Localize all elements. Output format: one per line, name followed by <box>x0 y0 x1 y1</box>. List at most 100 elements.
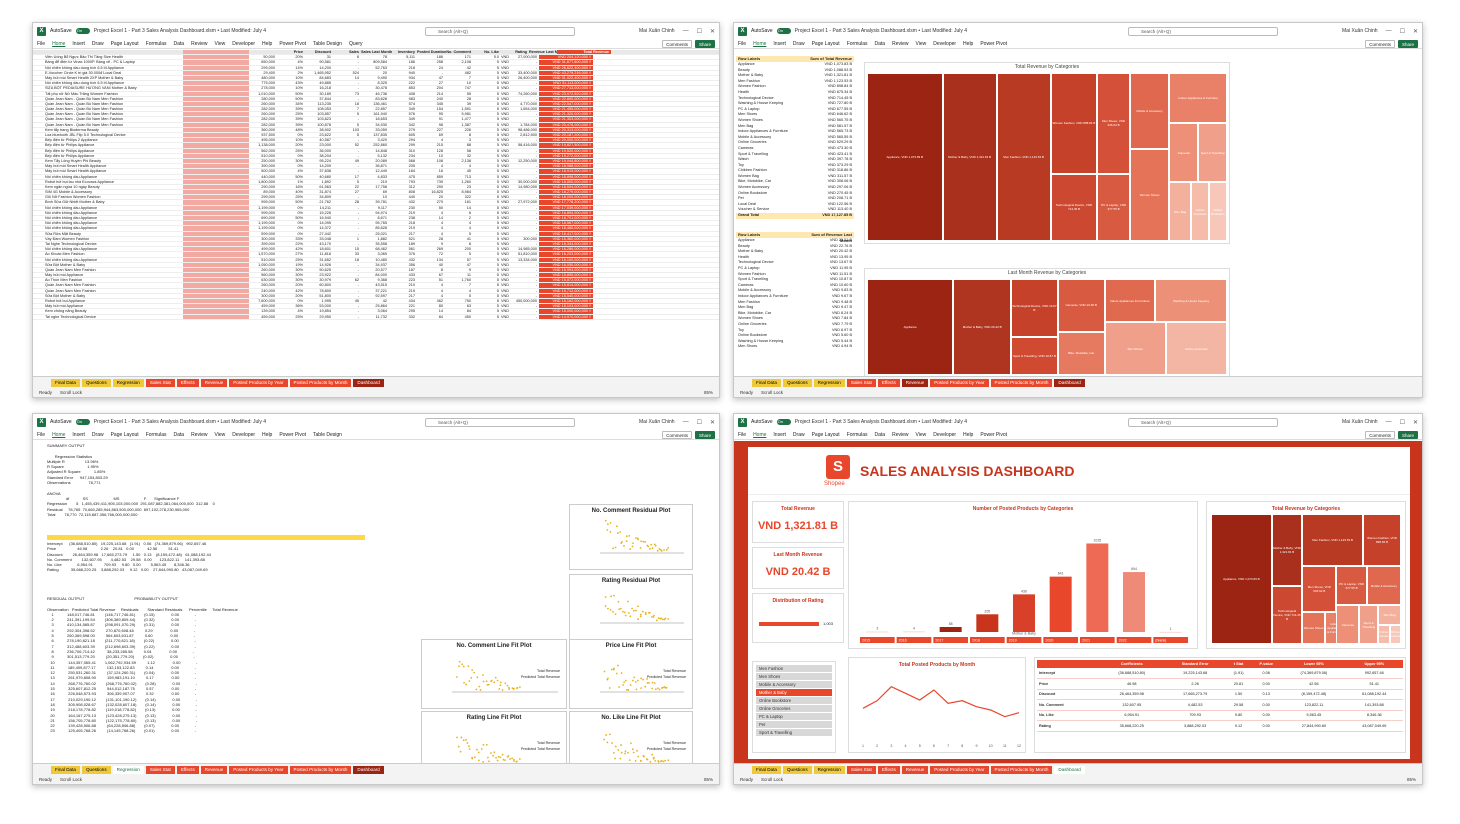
rank-cell[interactable] <box>183 66 205 70</box>
sheet-tab-posted-products-by-month[interactable]: Posted Products by Month <box>991 379 1053 387</box>
data-cell[interactable]: 260,000 <box>249 268 277 272</box>
data-cell[interactable]: 217 <box>389 294 417 298</box>
data-cell[interactable]: 92,597 <box>361 294 389 298</box>
data-cell[interactable]: - <box>511 97 539 101</box>
data-cell[interactable]: - <box>333 81 361 85</box>
data-cell[interactable]: VND <box>501 112 511 116</box>
share-button[interactable]: Share <box>695 40 715 48</box>
data-cell[interactable]: 562,000 <box>249 149 277 153</box>
data-cell[interactable]: 7 <box>333 107 361 111</box>
data-cell[interactable]: 29,400 <box>249 71 277 75</box>
data-cell[interactable]: VND <box>501 273 511 277</box>
rank-cell[interactable] <box>183 263 205 267</box>
data-cell[interactable]: 42% <box>277 289 305 293</box>
data-cell[interactable]: 161,940 <box>361 112 389 116</box>
data-cell[interactable]: 23 <box>445 185 473 189</box>
rank-cell[interactable] <box>205 60 227 64</box>
data-cell[interactable]: 499,000 <box>249 247 277 251</box>
rank-cell[interactable] <box>227 273 249 277</box>
data-cell[interactable]: 475 <box>389 175 417 179</box>
data-cell[interactable]: 214 <box>417 92 445 96</box>
data-cell[interactable]: 40 <box>417 263 445 267</box>
rank-cell[interactable] <box>205 273 227 277</box>
rank-cell[interactable] <box>205 299 227 303</box>
data-cell[interactable]: 50% <box>277 92 305 96</box>
share-button[interactable]: Share <box>1398 40 1418 48</box>
data-cell[interactable]: 25% <box>277 258 305 262</box>
data-cell[interactable]: 16% <box>277 185 305 189</box>
plot-card[interactable]: Rating Residual Plot <box>569 574 693 640</box>
data-cell[interactable]: 20,577 <box>361 268 389 272</box>
rank-cell[interactable] <box>205 76 227 80</box>
slicer-item-sport-travelling[interactable]: Sport & Travelling <box>756 729 832 736</box>
data-cell[interactable]: 432 <box>389 258 417 262</box>
data-cell[interactable]: 20 <box>417 195 445 199</box>
treemap-cell[interactable]: Cameras, VND 10.60 B <box>1058 279 1105 332</box>
treemap-cell[interactable]: Cameras <box>1169 123 1198 182</box>
data-cell[interactable]: 605 <box>389 133 417 137</box>
data-cell[interactable]: 204 <box>417 86 445 90</box>
data-cell[interactable]: 15,226 <box>305 211 333 215</box>
data-cell[interactable]: 2,812,500 <box>511 133 539 137</box>
data-cell[interactable]: 14,985,000 <box>511 247 539 251</box>
data-cell[interactable]: 999,000 <box>249 200 277 204</box>
rank-cell[interactable] <box>183 86 205 90</box>
data-cell[interactable]: 4,770,000 <box>511 102 539 106</box>
data-cell[interactable]: VND <box>501 221 511 225</box>
close-icon[interactable]: ✕ <box>1413 419 1418 426</box>
close-icon[interactable]: ✕ <box>710 419 715 426</box>
rank-cell[interactable] <box>227 258 249 262</box>
data-cell[interactable]: 5 <box>473 175 501 179</box>
product-name-cell[interactable]: E-Voucher Circle K trị giá 30.000đ Local… <box>33 71 183 75</box>
data-cell[interactable]: 50,000 <box>249 55 277 59</box>
data-cell[interactable]: 5 <box>473 86 501 90</box>
rank-cell[interactable] <box>205 211 227 215</box>
data-cell[interactable]: - <box>511 175 539 179</box>
rank-cell[interactable] <box>183 97 205 101</box>
rank-cell[interactable] <box>205 107 227 111</box>
data-cell[interactable]: 459,000 <box>249 304 277 308</box>
rank-cell[interactable] <box>183 133 205 137</box>
product-name-cell[interactable]: Loa bluetooth JBL Flip 5.0 Technological… <box>33 133 183 137</box>
data-cell[interactable]: 495,000 <box>249 138 277 142</box>
data-cell[interactable]: 98,486,000 <box>511 128 539 132</box>
month-series-line[interactable] <box>863 687 1019 717</box>
treemap-cell[interactable]: Online Groceries <box>1166 322 1227 375</box>
rank-cell[interactable] <box>227 86 249 90</box>
rank-cell[interactable] <box>227 221 249 225</box>
data-cell[interactable]: 21,762 <box>305 200 333 204</box>
sheet-tab-effects[interactable]: Effects <box>177 379 199 387</box>
data-cell[interactable]: 0% <box>277 221 305 225</box>
sheet-tab-regression[interactable]: Regression <box>113 379 144 387</box>
rank-cell[interactable] <box>205 81 227 85</box>
data-cell[interactable]: 4 <box>417 221 445 225</box>
data-cell[interactable]: VND 19,520,000,000 ₫ <box>539 149 593 153</box>
ribbon-tab-view[interactable]: View <box>916 432 927 438</box>
data-cell[interactable]: 750 <box>445 299 473 303</box>
data-cell[interactable]: VND 21,455,000,000 ₫ <box>539 107 593 111</box>
product-name-cell[interactable]: Máy hút mùi Smart Health 2XP Mother & Ba… <box>33 76 183 80</box>
rank-cell[interactable] <box>227 154 249 158</box>
treemap-cell[interactable]: Men Shoes, VND 646.62 B <box>1097 73 1129 174</box>
treemap-cell[interactable]: Cameras <box>1336 605 1359 644</box>
data-cell[interactable]: 90,581 <box>305 60 333 64</box>
ribbon-tab-home[interactable]: Home <box>52 41 65 47</box>
data-cell[interactable]: - <box>511 206 539 210</box>
rank-cell[interactable] <box>183 315 205 319</box>
data-cell[interactable]: 5 <box>473 169 501 173</box>
treemap-cell[interactable]: Mobile & Accessory <box>1367 566 1401 605</box>
data-cell[interactable]: 462 <box>417 299 445 303</box>
data-cell[interactable]: 5.0 <box>473 55 501 59</box>
data-cell[interactable]: VND 20,313,000,000 ₫ <box>539 128 593 132</box>
data-cell[interactable]: 2,138 <box>445 159 473 163</box>
data-cell[interactable]: 1,882 <box>361 237 389 241</box>
data-cell[interactable]: VND 15,872,000,000 ₫ <box>539 278 593 282</box>
sheet-tab-posted-products-by-year[interactable]: Posted Products by Year <box>229 379 287 387</box>
rank-cell[interactable] <box>183 164 205 168</box>
data-cell[interactable]: VND <box>501 242 511 246</box>
data-cell[interactable]: 43% <box>277 81 305 85</box>
autosave-toggle[interactable]: On <box>777 28 791 34</box>
rank-cell[interactable] <box>183 154 205 158</box>
rank-cell[interactable] <box>205 268 227 272</box>
pivot-total-revenue[interactable]: Row Labels Sum of Total Revenue Appliance V… <box>736 56 854 219</box>
